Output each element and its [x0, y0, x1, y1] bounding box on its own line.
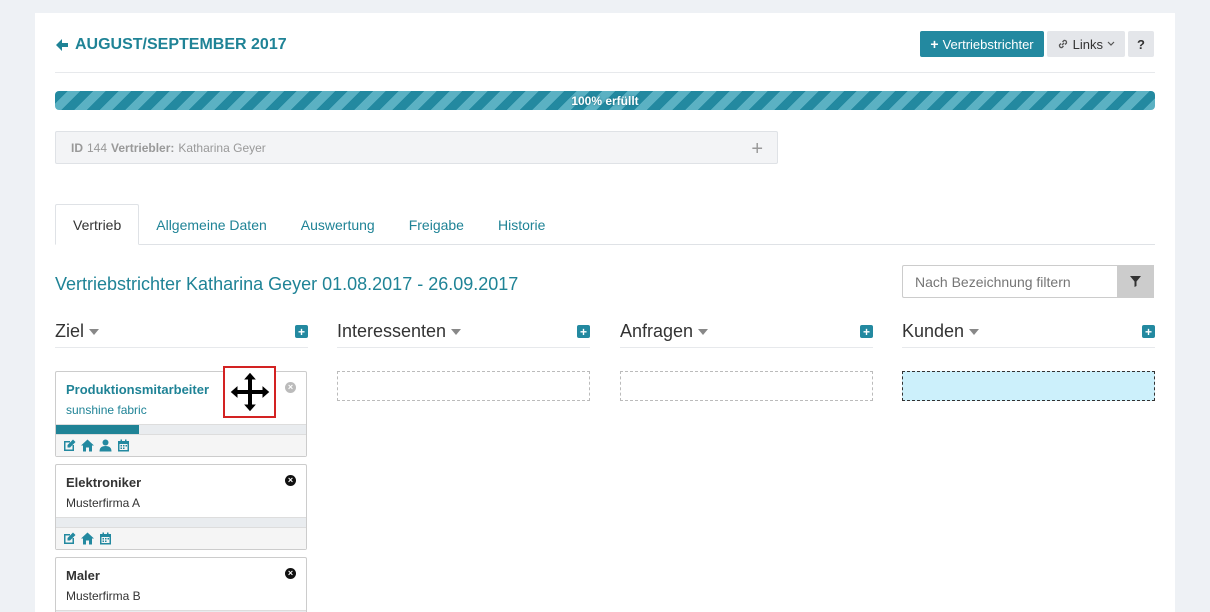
card-actions: [56, 527, 306, 549]
home-icon[interactable]: [81, 532, 94, 545]
remove-card-icon[interactable]: ×: [285, 475, 296, 486]
drop-zone-active[interactable]: [902, 371, 1155, 401]
column-header: Kunden +: [902, 316, 1155, 348]
calendar-icon[interactable]: [99, 532, 112, 545]
add-card-button[interactable]: +: [860, 325, 873, 338]
filter-button[interactable]: [1117, 265, 1154, 298]
column-interessenten: Interessenten +: [337, 316, 590, 401]
user-icon[interactable]: [99, 439, 112, 452]
drag-handle[interactable]: [223, 366, 276, 418]
card-progress: [56, 424, 306, 434]
funnel-card[interactable]: Maler Musterfirma B ×: [55, 557, 307, 612]
column-title-dropdown[interactable]: Interessenten: [337, 321, 462, 342]
tab-historie[interactable]: Historie: [481, 204, 562, 245]
card-list: Produktionsmitarbeiter sunshine fabric ×: [55, 366, 308, 612]
tab-bar: Vertrieb Allgemeine Daten Auswertung Fre…: [55, 204, 1155, 245]
drop-zone[interactable]: [620, 371, 873, 401]
plus-icon: +: [930, 36, 939, 52]
funnel-card[interactable]: Elektroniker Musterfirma A ×: [55, 464, 307, 550]
card-progress: [56, 517, 306, 527]
main-panel: AUGUST/SEPTEMBER 2017 + Vertriebstrichte…: [35, 13, 1175, 612]
card-title: Elektroniker: [66, 475, 142, 490]
caret-down-icon: [89, 329, 100, 336]
id-value: 144: [87, 140, 108, 155]
progress-label: 100% erfüllt: [571, 93, 639, 108]
remove-card-icon[interactable]: ×: [285, 568, 296, 579]
period-title: AUGUST/SEPTEMBER 2017: [75, 36, 287, 53]
column-header: Ziel +: [55, 316, 308, 348]
column-kunden: Kunden +: [902, 316, 1155, 401]
tab-auswertung[interactable]: Auswertung: [284, 204, 392, 245]
tab-freigabe[interactable]: Freigabe: [392, 204, 481, 245]
home-icon[interactable]: [81, 439, 94, 452]
filter-input[interactable]: [902, 265, 1117, 298]
card-company: Musterfirma B: [66, 589, 141, 603]
sales-rep-info: ID 144 Vertriebler: Katharina Geyer +: [55, 131, 778, 164]
edit-icon[interactable]: [63, 532, 76, 545]
add-sales-funnel-label: Vertriebstrichter: [942, 36, 1034, 52]
caret-down-icon: [451, 329, 462, 336]
page-title: Vertriebstrichter Katharina Geyer 01.08.…: [55, 274, 519, 294]
drop-zone[interactable]: [337, 371, 590, 401]
sales-rep-label: Vertriebler:: [111, 140, 175, 155]
goal-progress-bar: 100% erfüllt: [55, 91, 1155, 110]
link-icon: [1058, 39, 1067, 49]
arrow-left-icon: [56, 39, 68, 51]
links-label: Links: [1072, 36, 1103, 52]
header-toolbar: + Vertriebstrichter Links ?: [920, 31, 1154, 57]
tab-vertrieb[interactable]: Vertrieb: [55, 204, 140, 245]
edit-icon[interactable]: [63, 439, 76, 452]
card-progress-fill: [56, 425, 139, 434]
move-icon: [228, 371, 271, 413]
help-button[interactable]: ?: [1128, 31, 1154, 57]
calendar-icon[interactable]: [117, 439, 130, 452]
tab-allgemeine-daten[interactable]: Allgemeine Daten: [139, 204, 284, 245]
add-card-button[interactable]: +: [577, 325, 590, 338]
filter-icon: [1130, 276, 1141, 287]
column-ziel: Ziel + Produktionsmitarbeiter sunshine f…: [55, 316, 308, 612]
column-header: Anfragen +: [620, 316, 873, 348]
chevron-down-icon: [1107, 41, 1115, 46]
links-dropdown-button[interactable]: Links: [1046, 31, 1125, 57]
caret-down-icon: [698, 329, 709, 336]
back-link[interactable]: AUGUST/SEPTEMBER 2017: [55, 36, 287, 54]
remove-card-icon[interactable]: ×: [285, 382, 296, 393]
id-label: ID: [71, 140, 83, 155]
column-title-dropdown[interactable]: Ziel: [55, 321, 100, 342]
filter-group: [902, 265, 1154, 298]
expand-info-icon[interactable]: +: [751, 138, 763, 161]
caret-down-icon: [969, 329, 980, 336]
card-actions: [56, 434, 306, 456]
card-title: Maler: [66, 568, 100, 583]
header-divider: [55, 72, 1155, 73]
add-card-button[interactable]: +: [1142, 325, 1155, 338]
add-sales-funnel-button[interactable]: + Vertriebstrichter: [920, 31, 1044, 57]
funnel-card[interactable]: Produktionsmitarbeiter sunshine fabric ×: [55, 366, 307, 457]
card-company: Musterfirma A: [66, 496, 141, 510]
sales-rep-value: Katharina Geyer: [178, 140, 266, 155]
column-header: Interessenten +: [337, 316, 590, 348]
add-card-button[interactable]: +: [295, 325, 308, 338]
column-title-dropdown[interactable]: Kunden: [902, 321, 980, 342]
column-title-dropdown[interactable]: Anfragen: [620, 321, 709, 342]
column-anfragen: Anfragen +: [620, 316, 873, 401]
